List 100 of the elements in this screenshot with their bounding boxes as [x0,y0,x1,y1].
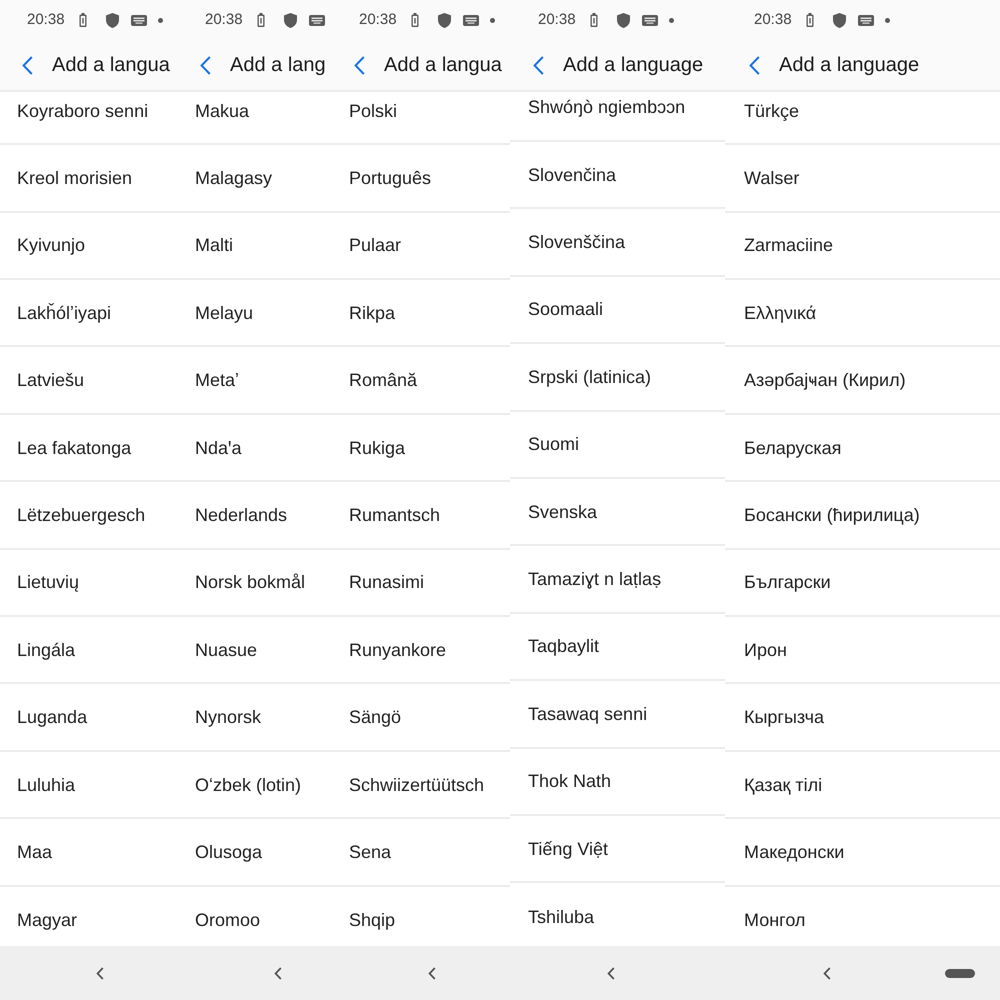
language-item[interactable]: Malagasy [177,145,338,213]
language-item[interactable]: Slovenščina [510,209,725,277]
page-title: Add a language [779,53,920,78]
back-icon[interactable] [22,56,33,74]
shield-icon [616,12,630,28]
language-item[interactable]: Runyankore [338,617,510,684]
home-handle-icon[interactable] [945,968,975,978]
language-item[interactable]: Thok Nath [510,748,725,816]
language-item[interactable]: Rumantsch [338,482,510,550]
language-item[interactable]: Shwóŋò ngiembɔɔn [510,92,725,142]
shield-icon [284,12,297,28]
language-item[interactable]: Norsk bokmål [177,550,338,618]
status-time: 20:38 [359,10,397,30]
status-time: 20:38 [754,10,792,30]
language-item[interactable]: Lingála [0,617,177,684]
language-item[interactable]: Lakȟólʼiyapi [0,280,177,348]
language-item[interactable]: Nuasue [177,617,338,684]
language-item[interactable]: Schwiizertüütsch [338,752,510,820]
battery-icon [806,13,814,27]
language-item[interactable]: Taqbaylit [510,614,725,682]
language-item[interactable]: Ndaꞌa [177,414,338,482]
language-item[interactable]: Koyraboro senni [0,92,177,146]
language-item[interactable]: Luluhia [0,752,177,820]
language-item[interactable]: Oromoo [177,886,338,946]
nav-back-icon[interactable] [274,966,282,980]
language-item[interactable]: Ελληνικά [725,280,1000,348]
language-item[interactable]: Luganda [0,684,177,752]
battery-icon [78,13,87,27]
language-item[interactable]: Tamaziɣt n laṭlaṣ [510,546,725,614]
language-item[interactable]: Nederlands [177,482,338,550]
language-item[interactable]: Kyivunjo [0,212,177,280]
language-item[interactable]: Lea fakatonga [0,414,177,482]
language-item[interactable]: Metaʼ [177,347,338,415]
keyboard-icon [308,14,325,26]
language-item[interactable]: Tasawaq senni [510,681,725,749]
language-item[interactable]: Монгол [725,886,1000,946]
language-item[interactable]: Sängö [338,684,510,752]
language-item[interactable]: Português [338,145,510,213]
battery-icon [410,13,419,27]
shield-icon [832,12,846,28]
language-item[interactable]: Polski [338,92,510,146]
language-item[interactable]: Türkçe [725,92,1000,146]
language-item[interactable]: Беларуская [725,414,1000,482]
language-item[interactable]: Sena [338,819,510,887]
language-item[interactable]: Азәрбајҹан (Кирил) [725,347,1000,415]
page-title: Add a language [563,53,704,78]
battery-icon [590,13,598,27]
keyboard-icon [642,14,658,26]
language-item[interactable]: Македонски [725,819,1000,887]
page-title: Add a langua [384,53,502,78]
nav-back-icon[interactable] [428,966,436,980]
language-item[interactable]: Shqip [338,886,510,946]
nav-back-icon[interactable] [823,966,831,980]
shield-icon [438,12,451,28]
language-item[interactable]: Rukiga [338,414,510,482]
language-item[interactable]: Latviešu [0,347,177,415]
language-item[interactable]: Suomi [510,412,725,479]
language-item[interactable]: Română [338,347,510,415]
language-item[interactable]: Tiếng Việt [510,816,725,884]
status-time: 20:38 [205,10,243,30]
language-item[interactable]: Runasimi [338,550,510,618]
status-time: 20:38 [27,10,65,30]
language-item[interactable]: Lietuvių [0,550,177,618]
language-item[interactable]: Қазақ тілі [725,752,1000,820]
language-item[interactable]: Makua [177,92,338,146]
language-item[interactable]: Magyar [0,886,177,946]
language-item[interactable]: Lëtzebuergesch [0,482,177,550]
language-item[interactable]: Oʻzbek (lotin) [177,752,338,820]
language-item[interactable]: Pulaar [338,212,510,280]
language-item[interactable]: Босански (ћирилица) [725,482,1000,550]
status-time: 20:38 [538,10,576,30]
language-item[interactable]: Български [725,550,1000,618]
keyboard-icon [462,14,479,26]
back-icon[interactable] [749,56,760,74]
back-icon[interactable] [200,56,211,74]
language-item[interactable]: Slovenčina [510,142,725,210]
language-item[interactable]: Soomaali [510,276,725,344]
language-item[interactable]: Walser [725,145,1000,213]
page-title: Add a langua [52,53,170,78]
language-item[interactable]: Ирон [725,617,1000,684]
language-item[interactable]: Nynorsk [177,684,338,752]
language-item[interactable]: Svenska [510,478,725,546]
language-item[interactable]: Kreol morisien [0,145,177,213]
language-item[interactable]: Olusoga [177,819,338,887]
back-icon[interactable] [354,56,365,74]
language-item[interactable]: Malti [177,212,338,280]
keyboard-icon [858,14,874,26]
language-item[interactable]: Rikpa [338,280,510,348]
language-item[interactable]: Zarmaciine [725,212,1000,280]
language-item[interactable]: Maa [0,819,177,887]
nav-back-icon[interactable] [607,966,615,980]
page-title: Add a lang [230,53,326,78]
keyboard-icon [130,14,147,26]
language-item[interactable]: Tshiluba [510,883,725,946]
nav-back-icon[interactable] [96,966,104,980]
language-item[interactable]: Кыргызча [725,684,1000,752]
language-item[interactable]: Melayu [177,280,338,348]
language-item[interactable]: Srpski (latinica) [510,344,725,412]
shield-icon [106,12,119,28]
back-icon[interactable] [533,56,544,74]
